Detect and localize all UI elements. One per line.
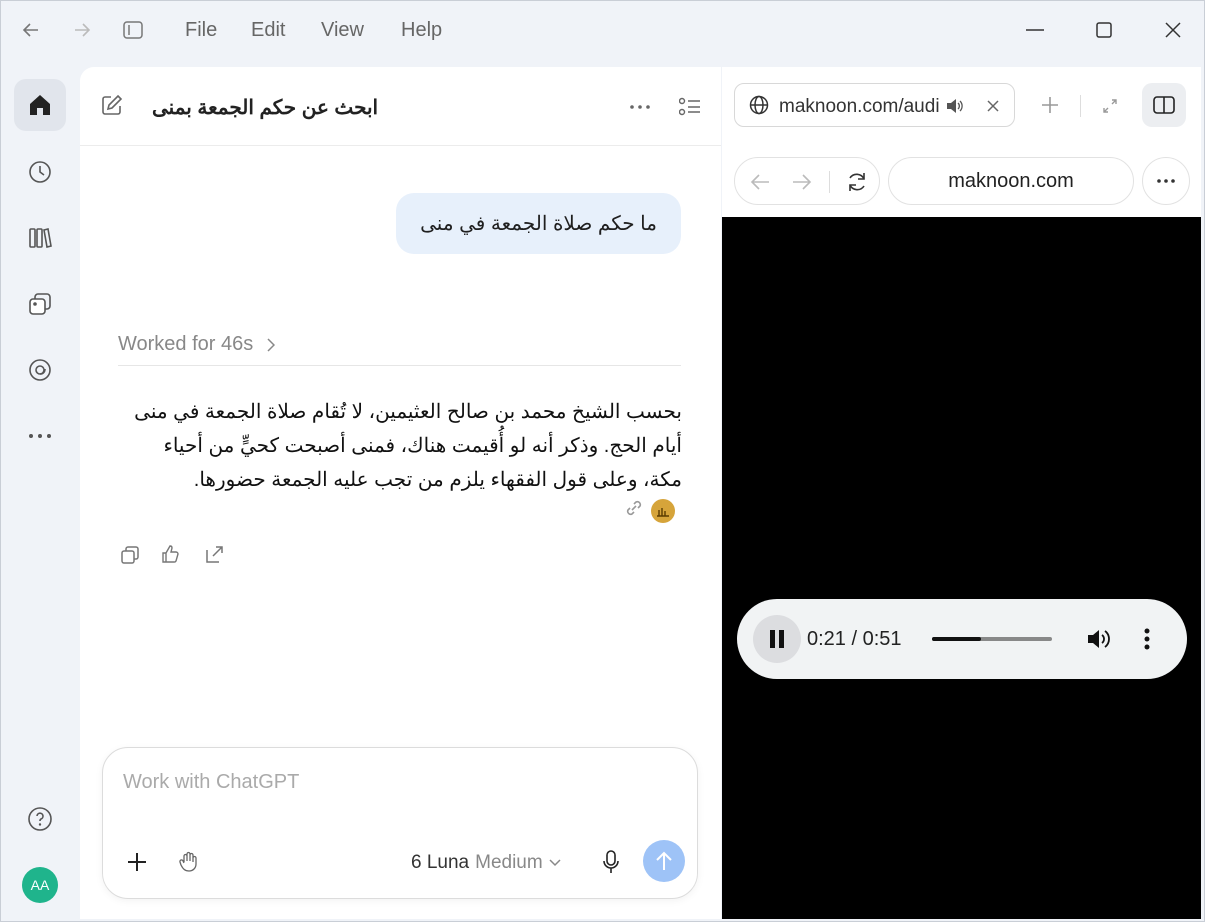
prompt-input[interactable] bbox=[121, 770, 665, 795]
speaker-icon[interactable] bbox=[945, 96, 965, 116]
edit-icon[interactable] bbox=[100, 93, 124, 117]
message-actions bbox=[118, 543, 226, 567]
seek-bar[interactable] bbox=[932, 637, 1052, 641]
new-tab-icon[interactable] bbox=[1038, 93, 1062, 117]
composer: 6 Luna Medium bbox=[102, 747, 698, 899]
app-window: File Edit View Help AA ابحث عن حكم الجمع… bbox=[0, 0, 1205, 922]
browser-more-icon[interactable] bbox=[1142, 157, 1190, 205]
more-dots-icon[interactable] bbox=[14, 410, 66, 462]
source-favicon-icon[interactable] bbox=[651, 498, 675, 523]
chat-title: ابحث عن حكم الجمعة بمنى bbox=[152, 97, 379, 119]
globe-icon bbox=[749, 95, 769, 115]
worked-duration-toggle[interactable]: Worked for 46s bbox=[118, 333, 275, 356]
menu-file[interactable]: File bbox=[185, 19, 217, 42]
navigation-controls bbox=[734, 157, 880, 205]
library-icon[interactable] bbox=[14, 212, 66, 264]
close-icon[interactable] bbox=[1160, 17, 1186, 43]
images-icon[interactable] bbox=[14, 278, 66, 330]
menu-view[interactable]: View bbox=[321, 19, 364, 42]
user-message: ما حكم صلاة الجمعة في منى bbox=[396, 193, 681, 254]
pause-icon bbox=[770, 630, 784, 648]
arrow-up-icon bbox=[656, 851, 672, 870]
send-button[interactable] bbox=[643, 840, 685, 882]
player-options-icon[interactable] bbox=[1137, 625, 1157, 653]
more-options-icon[interactable] bbox=[628, 95, 652, 119]
share-icon[interactable] bbox=[202, 543, 226, 567]
history-icon[interactable] bbox=[14, 146, 66, 198]
thumbs-up-down-icon[interactable] bbox=[160, 543, 184, 567]
back-arrow-icon[interactable] bbox=[18, 17, 44, 43]
sidebar-toggle-icon[interactable] bbox=[120, 17, 146, 43]
menu-edit[interactable]: Edit bbox=[251, 19, 285, 42]
help-icon[interactable] bbox=[14, 793, 66, 845]
worked-label: Worked for 46s bbox=[118, 333, 254, 355]
menu-help[interactable]: Help bbox=[401, 19, 442, 42]
divider bbox=[829, 171, 830, 193]
task-list-icon[interactable] bbox=[678, 95, 702, 119]
microphone-icon[interactable] bbox=[597, 848, 625, 876]
seek-progress bbox=[932, 637, 982, 641]
chevron-right-icon bbox=[267, 338, 275, 352]
home-icon[interactable] bbox=[14, 79, 66, 131]
chevron-down-icon bbox=[549, 859, 561, 867]
pause-button[interactable] bbox=[753, 615, 801, 663]
split-view-icon[interactable] bbox=[1142, 83, 1186, 127]
tab-title: maknoon.com/audio bbox=[779, 96, 939, 117]
copy-icon[interactable] bbox=[118, 543, 142, 567]
citations bbox=[623, 497, 675, 524]
audio-player: 0:21 / 0:51 bbox=[737, 599, 1187, 679]
media-viewport: 0:21 / 0:51 bbox=[722, 217, 1201, 919]
chat-panel: ابحث عن حكم الجمعة بمنى ما حكم صلاة الجم… bbox=[80, 67, 721, 919]
explore-icon[interactable] bbox=[14, 344, 66, 396]
avatar[interactable]: AA bbox=[22, 867, 58, 903]
browser-tab[interactable]: maknoon.com/audio bbox=[734, 83, 1015, 127]
title-bar: File Edit View Help bbox=[1, 1, 1205, 57]
browser-panel: maknoon.com/audio maknoon.com 0:21 / 0:5… bbox=[722, 67, 1201, 919]
divider bbox=[118, 365, 681, 366]
tab-close-icon[interactable] bbox=[983, 96, 1003, 116]
volume-icon[interactable] bbox=[1085, 625, 1113, 653]
maximize-icon[interactable] bbox=[1091, 17, 1117, 43]
model-name: 6 Luna bbox=[411, 852, 470, 873]
assistant-answer: بحسب الشيخ محمد بن صالح العثيمين، لا تُق… bbox=[134, 401, 682, 491]
reload-icon[interactable] bbox=[845, 170, 869, 194]
model-tier: Medium bbox=[475, 852, 543, 873]
address-bar[interactable]: maknoon.com bbox=[888, 157, 1134, 205]
divider bbox=[1080, 95, 1081, 117]
playback-time: 0:21 / 0:51 bbox=[807, 628, 902, 650]
add-attachment-icon[interactable] bbox=[123, 848, 151, 876]
minimize-icon[interactable] bbox=[1022, 17, 1048, 43]
chat-header: ابحث عن حكم الجمعة بمنى bbox=[80, 67, 721, 146]
browser-back-icon[interactable] bbox=[749, 171, 771, 193]
browser-forward-icon[interactable] bbox=[791, 171, 813, 193]
model-selector[interactable]: 6 Luna Medium bbox=[411, 852, 561, 874]
hand-icon[interactable] bbox=[175, 848, 203, 876]
link-icon[interactable] bbox=[623, 497, 645, 524]
forward-arrow-icon[interactable] bbox=[69, 17, 95, 43]
expand-icon[interactable] bbox=[1099, 95, 1121, 117]
